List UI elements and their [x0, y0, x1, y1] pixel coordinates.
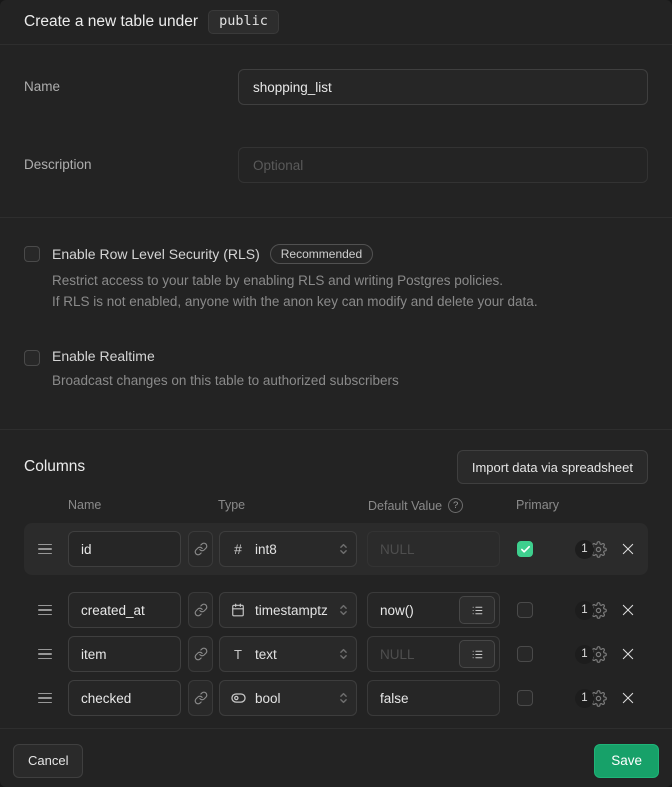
- primary-checkbox[interactable]: [517, 646, 533, 662]
- foreign-key-link-icon[interactable]: [188, 680, 213, 716]
- realtime-description: Broadcast changes on this table to autho…: [52, 370, 399, 391]
- column-default-input[interactable]: now(): [367, 592, 500, 628]
- column-type-select[interactable]: # int8: [219, 531, 357, 567]
- column-name-input[interactable]: checked: [68, 680, 181, 716]
- column-name-input[interactable]: item: [68, 636, 181, 672]
- column-settings-button[interactable]: 1: [575, 689, 607, 708]
- foreign-key-link-icon[interactable]: [188, 592, 213, 628]
- dialog-title: Create a new table under: [24, 13, 198, 31]
- header-primary: Primary: [516, 498, 559, 512]
- chevron-updown-icon: [339, 647, 348, 661]
- drag-handle-icon[interactable]: [38, 544, 52, 555]
- primary-checkbox[interactable]: [517, 690, 533, 706]
- settings-count-badge: 1: [575, 689, 594, 708]
- dialog-footer: Cancel Save: [0, 728, 672, 787]
- column-default-input[interactable]: false: [367, 680, 500, 716]
- settings-count-badge: 1: [575, 601, 594, 620]
- delete-column-icon[interactable]: [618, 644, 638, 664]
- schema-badge: public: [208, 10, 279, 34]
- calendar-icon: [230, 603, 246, 617]
- hash-icon: #: [230, 541, 246, 557]
- description-field-row: Description Optional: [24, 147, 648, 183]
- default-value-picker-icon[interactable]: [459, 596, 495, 624]
- column-settings-button[interactable]: 1: [575, 540, 607, 559]
- column-settings-button[interactable]: 1: [575, 601, 607, 620]
- dialog-header: Create a new table under public: [0, 0, 672, 45]
- cancel-button[interactable]: Cancel: [13, 744, 83, 778]
- description-label: Description: [24, 147, 238, 183]
- rls-checkbox[interactable]: [24, 246, 40, 262]
- foreign-key-link-icon[interactable]: [188, 531, 213, 567]
- primary-checkbox[interactable]: [517, 541, 533, 557]
- realtime-label: Enable Realtime: [52, 348, 155, 364]
- create-table-dialog: Create a new table under public Name sho…: [0, 0, 672, 787]
- header-default: Default Value: [368, 499, 442, 513]
- header-name: Name: [68, 498, 101, 512]
- column-type-label: text: [255, 647, 339, 662]
- name-field-row: Name shopping_list: [24, 69, 648, 105]
- default-value-picker-icon[interactable]: [459, 640, 495, 668]
- check-icon: [520, 544, 531, 555]
- chevron-updown-icon: [339, 691, 348, 705]
- chevron-updown-icon: [339, 542, 348, 556]
- rls-option: Enable Row Level Security (RLS) Recommen…: [24, 244, 648, 312]
- description-input[interactable]: Optional: [238, 147, 648, 183]
- column-name-input[interactable]: created_at: [68, 592, 181, 628]
- columns-header-row: Name Type Default Value? Primary: [24, 498, 648, 513]
- column-default-input: NULL: [367, 531, 500, 567]
- column-type-label: timestamptz: [255, 603, 339, 618]
- delete-column-icon[interactable]: [618, 539, 638, 559]
- column-type-label: bool: [255, 691, 339, 706]
- settings-count-badge: 1: [575, 645, 594, 664]
- rls-label: Enable Row Level Security (RLS): [52, 246, 260, 262]
- column-row-checked: checked bool false 1: [24, 680, 648, 716]
- column-row-highlight: id # int8 NULL 1: [24, 523, 648, 575]
- columns-section: Columns Import data via spreadsheet Name…: [0, 430, 672, 728]
- drag-handle-icon[interactable]: [38, 693, 52, 704]
- settings-count-badge: 1: [575, 540, 594, 559]
- import-data-button[interactable]: Import data via spreadsheet: [457, 450, 648, 484]
- foreign-key-link-icon[interactable]: [188, 636, 213, 672]
- column-type-select[interactable]: bool: [219, 680, 357, 716]
- rls-description-line1: Restrict access to your table by enablin…: [52, 270, 538, 291]
- name-input[interactable]: shopping_list: [238, 69, 648, 105]
- column-row-created-at: created_at timestamptz now() 1: [24, 592, 648, 628]
- drag-handle-icon[interactable]: [38, 605, 52, 616]
- column-settings-button[interactable]: 1: [575, 645, 607, 664]
- realtime-checkbox[interactable]: [24, 350, 40, 366]
- chevron-updown-icon: [339, 603, 348, 617]
- options-section: Enable Row Level Security (RLS) Recommen…: [0, 218, 672, 430]
- column-row-id: id # int8 NULL 1: [24, 531, 648, 567]
- name-label: Name: [24, 69, 238, 105]
- header-type: Type: [218, 498, 245, 512]
- column-name-input[interactable]: id: [68, 531, 181, 567]
- column-type-select[interactable]: timestamptz: [219, 592, 357, 628]
- save-button[interactable]: Save: [594, 744, 659, 778]
- column-row-item: item T text NULL 1: [24, 636, 648, 672]
- delete-column-icon[interactable]: [618, 600, 638, 620]
- column-type-label: int8: [255, 542, 339, 557]
- drag-handle-icon[interactable]: [38, 649, 52, 660]
- table-details-section: Name shopping_list Description Optional: [0, 45, 672, 218]
- toggle-icon: [230, 692, 246, 704]
- help-icon[interactable]: ?: [448, 498, 463, 513]
- realtime-option: Enable Realtime Broadcast changes on thi…: [24, 348, 648, 391]
- text-icon: T: [230, 647, 246, 662]
- delete-column-icon[interactable]: [618, 688, 638, 708]
- columns-title: Columns: [24, 458, 85, 476]
- recommended-badge: Recommended: [270, 244, 373, 264]
- primary-checkbox[interactable]: [517, 602, 533, 618]
- column-type-select[interactable]: T text: [219, 636, 357, 672]
- rls-description-line2: If RLS is not enabled, anyone with the a…: [52, 291, 538, 312]
- column-default-input[interactable]: NULL: [367, 636, 500, 672]
